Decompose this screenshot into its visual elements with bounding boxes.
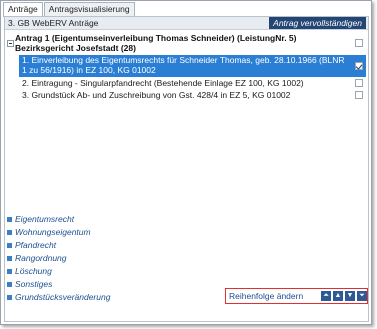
list-item[interactable]: 2. Eintragung - Singularpfandrecht (Best… <box>19 78 366 89</box>
category-loeschung[interactable]: Löschung <box>7 265 110 278</box>
collapse-icon[interactable] <box>7 40 14 47</box>
category-list: Eigentumsrecht Wohnungseigentum Pfandrec… <box>7 213 110 304</box>
group-checkbox[interactable] <box>355 39 363 47</box>
panel-frame: Anträge Antragsvisualisierung 3. GB WebE… <box>0 0 372 325</box>
category-label: Löschung <box>15 266 52 276</box>
list-item[interactable]: 3. Grundstück Ab- und Zuschreibung von G… <box>19 90 366 101</box>
category-sonstiges[interactable]: Sonstiges <box>7 278 110 291</box>
category-label: Pfandrecht <box>15 240 57 250</box>
bullet-icon <box>7 295 12 300</box>
arrow-bottom-icon[interactable]: ⏷ <box>357 291 367 301</box>
list-item[interactable]: 1. Einverleibung des Eigentumsrechts für… <box>19 55 366 77</box>
category-label: Wohnungseigentum <box>15 227 91 237</box>
reorder-label: Reihenfolge ändern <box>229 291 304 301</box>
item-label: 1. Einverleibung des Eigentumsrechts für… <box>22 55 345 75</box>
arrow-top-icon[interactable]: ⏶ <box>321 291 331 301</box>
tab-strip: Anträge Antragsvisualisierung <box>3 2 136 17</box>
complete-request-button[interactable]: Antrag vervollständigen <box>269 17 366 29</box>
category-eigentumsrecht[interactable]: Eigentumsrecht <box>7 213 110 226</box>
item-checkbox[interactable] <box>355 62 363 70</box>
bullet-icon <box>7 269 12 274</box>
request-group-title: Antrag 1 (Eigentumseinverleibung Thomas … <box>15 33 297 53</box>
bullet-icon <box>7 230 12 235</box>
section-title: 3. GB WebERV Anträge <box>8 18 99 28</box>
bullet-icon <box>7 217 12 222</box>
item-checkbox[interactable] <box>355 91 363 99</box>
arrow-down-icon[interactable]: ▼ <box>345 291 355 301</box>
category-label: Grundstücksveränderung <box>15 292 111 302</box>
bullet-icon <box>7 256 12 261</box>
reorder-box: Reihenfolge ändern ⏶ ▲ ▼ ⏷ <box>225 288 368 304</box>
category-label: Sonstiges <box>15 279 53 289</box>
section-header: 3. GB WebERV Anträge Antrag vervollständ… <box>5 17 368 30</box>
category-grundstuecksveraenderung[interactable]: Grundstücksveränderung <box>7 291 110 304</box>
tab-antragsvisualisierung[interactable]: Antragsvisualisierung <box>43 2 135 16</box>
category-label: Rangordnung <box>15 253 67 263</box>
item-label: 2. Eintragung - Singularpfandrecht (Best… <box>22 78 304 88</box>
content-area: 3. GB WebERV Anträge Antrag vervollständ… <box>4 16 369 322</box>
bullet-icon <box>7 243 12 248</box>
category-label: Eigentumsrecht <box>15 214 75 224</box>
category-pfandrecht[interactable]: Pfandrecht <box>7 239 110 252</box>
arrow-up-icon[interactable]: ▲ <box>333 291 343 301</box>
item-label: 3. Grundstück Ab- und Zuschreibung von G… <box>22 90 291 100</box>
tab-antraege[interactable]: Anträge <box>3 2 43 17</box>
category-rangordnung[interactable]: Rangordnung <box>7 252 110 265</box>
bullet-icon <box>7 282 12 287</box>
category-wohnungseigentum[interactable]: Wohnungseigentum <box>7 226 110 239</box>
item-checkbox[interactable] <box>355 79 363 87</box>
